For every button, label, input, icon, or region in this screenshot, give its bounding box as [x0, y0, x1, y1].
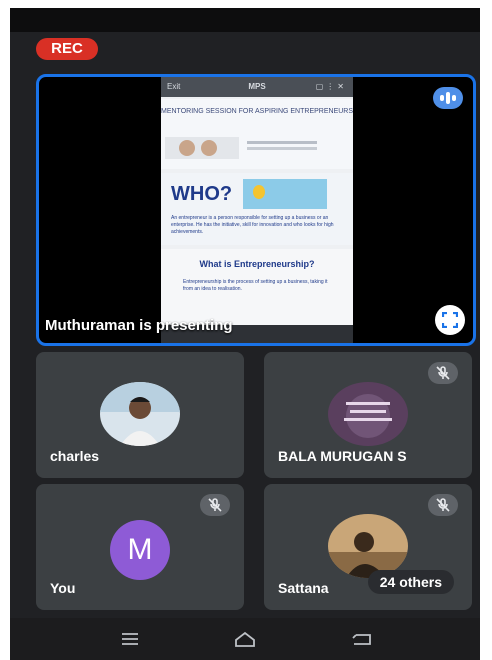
presentation-tile[interactable]: Exit MPS ▢⋮✕ MENTORING SESSION FOR ASPIR…: [36, 74, 476, 346]
audio-activity-icon[interactable]: [433, 87, 463, 109]
participant-tile-you[interactable]: M You: [36, 484, 244, 610]
participant-tile-sattana[interactable]: Sattana 24 others: [264, 484, 472, 610]
lightbulb-icon: [253, 185, 265, 199]
avatar-initial: M: [110, 520, 170, 580]
others-count-badge[interactable]: 24 others: [367, 570, 454, 594]
slide-who: WHO? An entrepreneur is a person respons…: [161, 173, 353, 245]
participant-name: charles: [50, 448, 100, 464]
mic-off-icon: [428, 494, 458, 516]
participant-name: BALA MURUGAN S: [278, 448, 407, 464]
participant-name: You: [50, 580, 76, 596]
presenter-label: Muthuraman is presenting: [45, 317, 233, 334]
slide1-text-lines: [247, 141, 317, 144]
recording-badge: REC: [36, 38, 98, 60]
slide3-heading: What is Entrepreneurship?: [199, 259, 315, 269]
slide3-text: Entrepreneurship is the process of setti…: [183, 279, 328, 292]
status-bar: [10, 8, 480, 32]
avatar: [100, 382, 180, 446]
avatar: [328, 382, 408, 446]
shared-app-bar: Exit MPS ▢⋮✕: [161, 77, 353, 97]
mic-off-icon: [200, 494, 230, 516]
home-icon[interactable]: [233, 630, 257, 648]
participant-tile-bala[interactable]: BALA MURUGAN S: [264, 352, 472, 478]
avatar: [328, 514, 408, 578]
mic-off-icon: [428, 362, 458, 384]
system-nav-bar: [10, 618, 480, 660]
speaker-photo-icon: [179, 140, 195, 156]
shared-screen: Exit MPS ▢⋮✕ MENTORING SESSION FOR ASPIR…: [161, 77, 353, 343]
slide-title-card: MENTORING SESSION FOR ASPIRING ENTREPREN…: [161, 99, 353, 169]
recent-apps-icon[interactable]: [118, 630, 142, 648]
meet-call-screen: REC Exit MPS ▢⋮✕ MENTORING SESSION FOR A…: [10, 8, 480, 660]
fullscreen-icon[interactable]: [435, 305, 465, 335]
slide2-heading: WHO?: [171, 183, 233, 205]
participant-name: Sattana: [278, 580, 329, 596]
back-icon[interactable]: [350, 630, 374, 648]
participant-tile-charles[interactable]: charles: [36, 352, 244, 478]
shared-menu-icons: ▢⋮✕: [315, 82, 347, 91]
slide1-speakers: [165, 137, 239, 159]
slide1-title: MENTORING SESSION FOR ASPIRING ENTREPREN…: [161, 108, 353, 115]
slide2-text: An entrepreneur is a person responsible …: [171, 215, 334, 235]
speaker-photo-icon: [201, 140, 217, 156]
